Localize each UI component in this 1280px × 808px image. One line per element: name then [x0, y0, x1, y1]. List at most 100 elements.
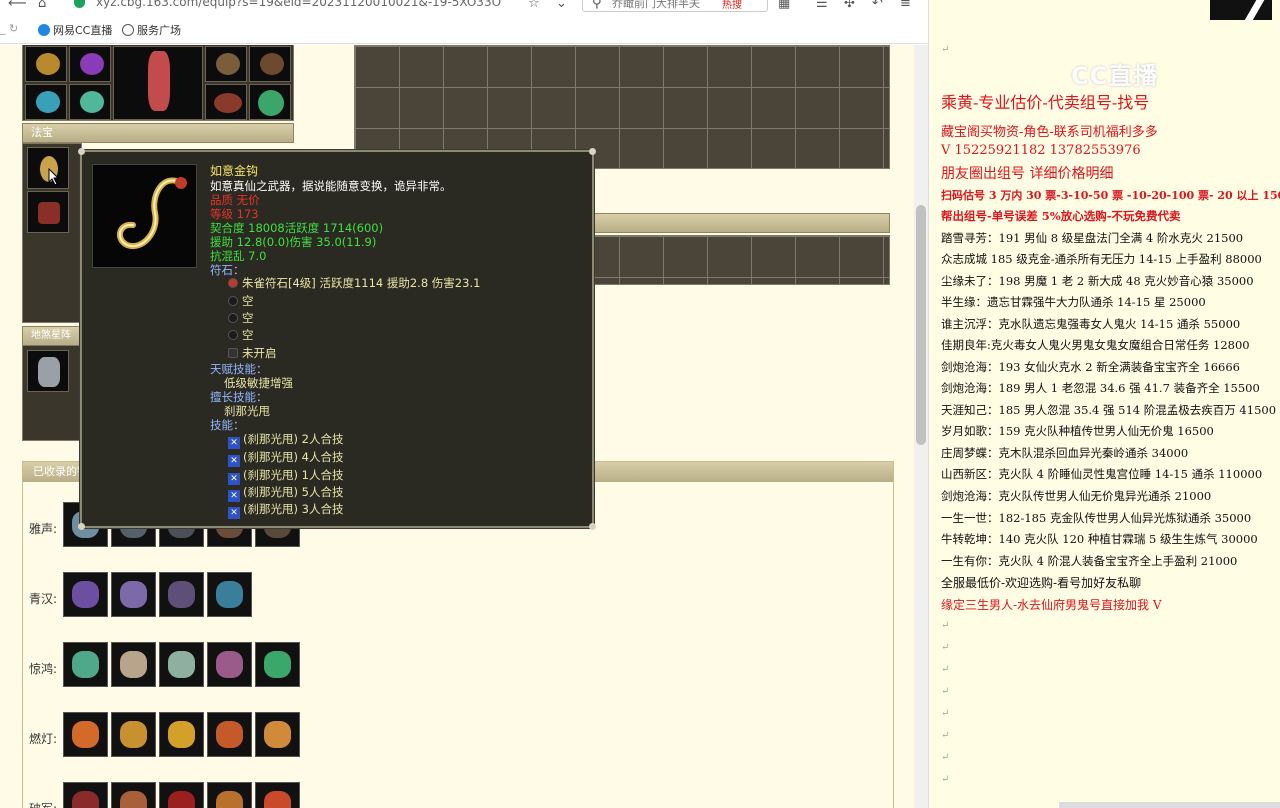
security-shield-icon[interactable] [74, 0, 85, 8]
return-mark: ↵ [941, 620, 950, 631]
item-art-icon [38, 202, 60, 224]
locked-stone-icon [228, 348, 238, 358]
equip-slot[interactable] [249, 84, 291, 120]
search-icon: ⚲ [592, 0, 602, 11]
outfit-icon[interactable] [111, 782, 156, 808]
outfit-art-icon [72, 581, 99, 608]
rune-stone-icon [228, 278, 238, 288]
outfit-icon[interactable] [159, 642, 204, 687]
skill-icon: ✕ [228, 473, 240, 485]
outfit-icon[interactable] [111, 712, 156, 757]
outfit-art-icon [72, 721, 99, 748]
more-menu-icon[interactable]: ≡ [900, 0, 911, 11]
dimai-slot[interactable] [27, 350, 69, 392]
outfit-icon[interactable] [159, 782, 204, 808]
outfit-icon[interactable] [63, 782, 108, 808]
bookmark-cutoff[interactable]: _ ↻ [0, 22, 18, 35]
tianfu-skill: 低级敏捷增强 [224, 376, 293, 390]
fushi-text: 朱雀符石[4级] 活跃度1114 援助2.8 伤害23.1 [242, 276, 481, 290]
outfit-icon[interactable] [111, 572, 156, 617]
fushi-slot-1: 朱雀符石[4级] 活跃度1114 援助2.8 伤害23.1 [228, 276, 480, 290]
outfit-art-icon [216, 791, 243, 808]
outfit-icon[interactable] [255, 712, 300, 757]
return-mark: ↵ [941, 664, 950, 675]
fabao-slot[interactable] [27, 191, 69, 233]
outfit-art-icon [264, 651, 291, 678]
info-line: 朋友圈出组号 详细价格明细 [941, 166, 1114, 182]
star-icon[interactable]: ☆ [528, 0, 540, 11]
fushi-text: 空 [242, 311, 254, 325]
outfit-art-icon [120, 651, 147, 678]
skill-icon: ✕ [228, 490, 240, 502]
fushi-text: 空 [242, 294, 254, 308]
return-mark: ↵ [941, 774, 950, 785]
outfit-icon[interactable] [159, 572, 204, 617]
outfit-icon[interactable] [159, 712, 204, 757]
outfit-art-icon [264, 721, 291, 748]
bookmark-service[interactable]: 服务广场 [122, 22, 181, 38]
item-art-icon [216, 53, 240, 75]
mouse-cursor-icon [48, 168, 60, 186]
outfit-icon[interactable] [207, 572, 252, 617]
listing-item: 半生缘：遗忘甘霖强牛大力队通杀 14-15 星 25000 [941, 295, 1206, 309]
bottom-edge [1059, 802, 1280, 808]
outfit-art-icon [72, 791, 99, 808]
equip-slot[interactable] [205, 46, 247, 82]
character-portrait [113, 46, 203, 120]
scroll-thumb[interactable] [916, 205, 926, 445]
extensions-icon[interactable]: ✣ [844, 0, 855, 11]
globe-icon [122, 24, 134, 36]
menu-list-icon[interactable]: ☰ [816, 0, 828, 11]
equip-slot[interactable] [25, 84, 67, 120]
listing-item: 牛转乾坤：140 克火队 120 种植甘霖瑞 5 级生生炼气 30000 [941, 532, 1258, 546]
item-level: 等级 173 [210, 207, 259, 221]
outfit-art-icon [168, 651, 195, 678]
return-mark: ↵ [941, 686, 950, 697]
bookmark-cc[interactable]: 网易CC直播 [38, 22, 112, 38]
equip-slot[interactable] [25, 46, 67, 82]
dropdown-icon[interactable]: ⌄ [556, 0, 567, 11]
listing-item: 庄周梦蝶：克木队混杀回血异光秦岭通杀 34000 [941, 446, 1189, 460]
listing-item: 佳期良年:克火毒女人鬼火男鬼女鬼女魔组合日常任务 12800 [941, 338, 1250, 352]
character-figure-icon [148, 51, 170, 111]
apps-grid-icon[interactable]: ▦ [778, 0, 790, 11]
outfit-icon[interactable] [207, 712, 252, 757]
outfit-icon[interactable] [63, 642, 108, 687]
skill-row-3: ✕ (刹那光甩) 1人合技 [228, 468, 343, 485]
home-icon[interactable]: ⌂ [38, 0, 46, 11]
skill-icon: ✕ [228, 455, 240, 467]
equip-slot[interactable] [205, 84, 247, 120]
page-scrollbar[interactable] [914, 45, 928, 808]
outfit-icon[interactable] [111, 642, 156, 687]
equip-slot[interactable] [249, 46, 291, 82]
outfit-icon[interactable] [255, 782, 300, 808]
camera-overlay [1210, 0, 1272, 20]
outfit-icon[interactable] [63, 572, 108, 617]
undo-icon[interactable]: ↶ [872, 0, 883, 11]
item-art-icon [36, 53, 60, 75]
search-input[interactable]: 乔瞰前门大排半夫 [612, 0, 700, 11]
back-icon[interactable]: ⟵ [8, 0, 27, 11]
shanchang-label: 擅长技能： [210, 390, 268, 404]
equip-slot[interactable] [69, 46, 111, 82]
row-label-qinghan: 青汉: [29, 592, 58, 606]
headline: 乘黄-专业估价-代卖组号-找号 [941, 93, 1150, 112]
dimai-panel [22, 345, 82, 441]
equip-slot[interactable] [69, 84, 111, 120]
item-art-icon [260, 53, 284, 75]
info-line: 藏宝阁买物资-角色-联系司机福利多多 [941, 125, 1158, 140]
footer-line: 全服最低价-欢迎选购-看号加好友私聊 [941, 576, 1142, 590]
hot-search-badge: 热搜 [722, 0, 742, 11]
outfit-icon[interactable] [255, 642, 300, 687]
stat-yuanzhu: 援助 12.8(0.0)伤害 35.0(11.9) [210, 235, 377, 249]
outfit-icon[interactable] [207, 782, 252, 808]
url-field[interactable]: xyz.cbg.163.com/equip?s=19&eid=202311200… [96, 0, 501, 9]
listing-item: 剑炮沧海：189 男人 1 老忽混 34.6 强 41.7 装备齐全 15500 [941, 381, 1260, 395]
listing-item: 剑炮沧海：193 女仙火克水 2 新全满装备宝宝齐全 16666 [941, 360, 1240, 374]
fabao-title: 法宝 [22, 123, 294, 143]
listing-item: 天涯知己：185 男人忽混 35.4 强 514 阶混孟极去疾百万 41500 [941, 403, 1277, 417]
streamer-info-panel: CC直播 ↵ 乘黄-专业估价-代卖组号-找号 藏宝阁买物资-角色-联系司机福利多… [928, 0, 1280, 808]
outfit-icon[interactable] [63, 712, 108, 757]
listing-item: 谁主沉浮：克水队遗忘鬼强毒女人鬼火 14-15 通杀 55000 [941, 317, 1241, 331]
outfit-icon[interactable] [207, 642, 252, 687]
